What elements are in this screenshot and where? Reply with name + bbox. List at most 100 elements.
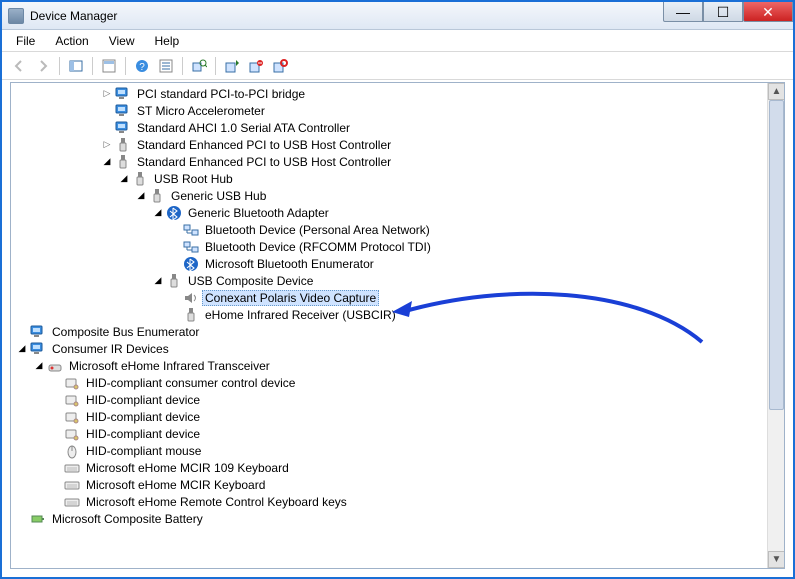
help-button[interactable]: ? — [131, 55, 153, 77]
uninstall-button[interactable] — [245, 55, 267, 77]
tree-row[interactable]: Bluetooth Device (Personal Area Network) — [11, 221, 767, 238]
disable-button[interactable] — [269, 55, 291, 77]
menu-file[interactable]: File — [8, 32, 43, 50]
toolbar-separator — [125, 57, 126, 75]
back-button[interactable] — [8, 55, 30, 77]
expander-placeholder — [49, 393, 63, 407]
menu-view[interactable]: View — [101, 32, 143, 50]
expander-icon[interactable]: ◢ — [151, 274, 165, 288]
tree-row[interactable]: Microsoft Composite Battery — [11, 510, 767, 527]
device-label: Standard AHCI 1.0 Serial ATA Controller — [134, 120, 353, 136]
tree-row[interactable]: HID-compliant mouse — [11, 442, 767, 459]
expander-placeholder — [168, 223, 182, 237]
network-icon — [183, 239, 199, 255]
device-label: Standard Enhanced PCI to USB Host Contro… — [134, 154, 394, 170]
expander-icon[interactable]: ◢ — [117, 172, 131, 186]
tree-row[interactable]: ◢ Microsoft eHome Infrared Transceiver — [11, 357, 767, 374]
hid-icon — [64, 409, 80, 425]
tree-row[interactable]: ◢Generic USB Hub — [11, 187, 767, 204]
device-label: Conexant Polaris Video Capture — [202, 290, 379, 306]
app-icon — [8, 8, 24, 24]
toolbar-button[interactable] — [155, 55, 177, 77]
tree-row[interactable]: ST Micro Accelerometer — [11, 102, 767, 119]
tree-row[interactable]: ◢ USB Root Hub — [11, 170, 767, 187]
window-title: Device Manager — [30, 9, 117, 23]
tree-row-selected[interactable]: Conexant Polaris Video Capture — [11, 289, 767, 306]
tree-row[interactable]: ◢ Consumer IR Devices — [11, 340, 767, 357]
tree-row[interactable]: ◢ USB Composite Device — [11, 272, 767, 289]
hid-icon — [64, 375, 80, 391]
tree-row[interactable]: Standard AHCI 1.0 Serial ATA Controller — [11, 119, 767, 136]
scroll-up-button[interactable]: ▲ — [768, 83, 785, 100]
tree-pane: ▷ PCI standard PCI-to-PCI bridge ST Micro… — [10, 82, 785, 569]
device-label: Bluetooth Device (Personal Area Network) — [202, 222, 433, 238]
toolbar-separator — [59, 57, 60, 75]
sound-icon — [183, 290, 199, 306]
tree-row[interactable]: ▷ PCI standard PCI-to-PCI bridge — [11, 85, 767, 102]
tree-row[interactable]: Microsoft Bluetooth Enumerator — [11, 255, 767, 272]
tree-row[interactable]: ◢ Standard Enhanced PCI to USB Host Contr… — [11, 153, 767, 170]
usb-icon — [166, 273, 182, 289]
window-buttons: — ☐ ✕ — [663, 2, 793, 22]
device-label: Microsoft eHome Infrared Transceiver — [66, 358, 273, 374]
show-hide-tree-button[interactable] — [65, 55, 87, 77]
usb-icon — [115, 154, 131, 170]
expander-placeholder — [49, 478, 63, 492]
tree-row[interactable]: ▷Standard Enhanced PCI to USB Host Contr… — [11, 136, 767, 153]
close-button[interactable]: ✕ — [743, 2, 793, 22]
menu-action[interactable]: Action — [47, 32, 96, 50]
properties-button[interactable] — [98, 55, 120, 77]
tree-row[interactable]: HID-compliant device — [11, 425, 767, 442]
expander-placeholder — [15, 325, 29, 339]
update-driver-button[interactable] — [221, 55, 243, 77]
expander-placeholder — [168, 257, 182, 271]
bluetooth-icon — [166, 205, 182, 221]
ir-icon — [47, 358, 63, 374]
device-label: Microsoft Bluetooth Enumerator — [202, 256, 377, 272]
usb-icon — [183, 307, 199, 323]
device-label: Microsoft eHome MCIR 109 Keyboard — [83, 460, 292, 476]
device-label: USB Composite Device — [185, 273, 316, 289]
expander-icon[interactable]: ◢ — [100, 155, 114, 169]
expander-icon[interactable]: ◢ — [15, 342, 29, 356]
expander-icon[interactable]: ▷ — [100, 87, 114, 101]
device-label: PCI standard PCI-to-PCI bridge — [134, 86, 308, 102]
monitor-icon — [30, 324, 46, 340]
scroll-thumb[interactable] — [769, 100, 784, 410]
tree-row[interactable]: Bluetooth Device (RFCOMM Protocol TDI) — [11, 238, 767, 255]
expander-icon[interactable]: ◢ — [32, 359, 46, 373]
expander-placeholder — [168, 240, 182, 254]
expander-icon[interactable]: ▷ — [100, 138, 114, 152]
tree-row[interactable]: Composite Bus Enumerator — [11, 323, 767, 340]
menu-help[interactable]: Help — [147, 32, 188, 50]
maximize-button[interactable]: ☐ — [703, 2, 743, 22]
scroll-down-button[interactable]: ▼ — [768, 551, 785, 568]
forward-button[interactable] — [32, 55, 54, 77]
device-tree: ▷ PCI standard PCI-to-PCI bridge ST Micro… — [11, 83, 767, 568]
monitor-icon — [30, 341, 46, 357]
device-label: ST Micro Accelerometer — [134, 103, 268, 119]
tree-row[interactable]: ◢Generic Bluetooth Adapter — [11, 204, 767, 221]
device-label: Consumer IR Devices — [49, 341, 172, 357]
hid-icon — [64, 426, 80, 442]
tree-row[interactable]: Microsoft eHome MCIR 109 Keyboard — [11, 459, 767, 476]
keyboard-icon — [64, 460, 80, 476]
usb-icon — [115, 137, 131, 153]
toolbar-separator — [215, 57, 216, 75]
device-label: HID-compliant device — [83, 409, 203, 425]
device-label: Microsoft Composite Battery — [49, 511, 206, 527]
tree-row[interactable]: HID-compliant consumer control device — [11, 374, 767, 391]
vertical-scrollbar[interactable]: ▲ ▼ — [767, 83, 784, 568]
tree-row[interactable]: Microsoft eHome MCIR Keyboard — [11, 476, 767, 493]
tree-row[interactable]: Microsoft eHome Remote Control Keyboard … — [11, 493, 767, 510]
expander-icon[interactable]: ◢ — [151, 206, 165, 220]
minimize-button[interactable]: — — [663, 2, 703, 22]
expander-placeholder — [49, 461, 63, 475]
scan-hardware-button[interactable] — [188, 55, 210, 77]
tree-row[interactable]: eHome Infrared Receiver (USBCIR) — [11, 306, 767, 323]
tree-row[interactable]: HID-compliant device — [11, 391, 767, 408]
expander-placeholder — [100, 104, 114, 118]
expander-icon[interactable]: ◢ — [134, 189, 148, 203]
device-label: USB Root Hub — [151, 171, 236, 187]
tree-row[interactable]: HID-compliant device — [11, 408, 767, 425]
